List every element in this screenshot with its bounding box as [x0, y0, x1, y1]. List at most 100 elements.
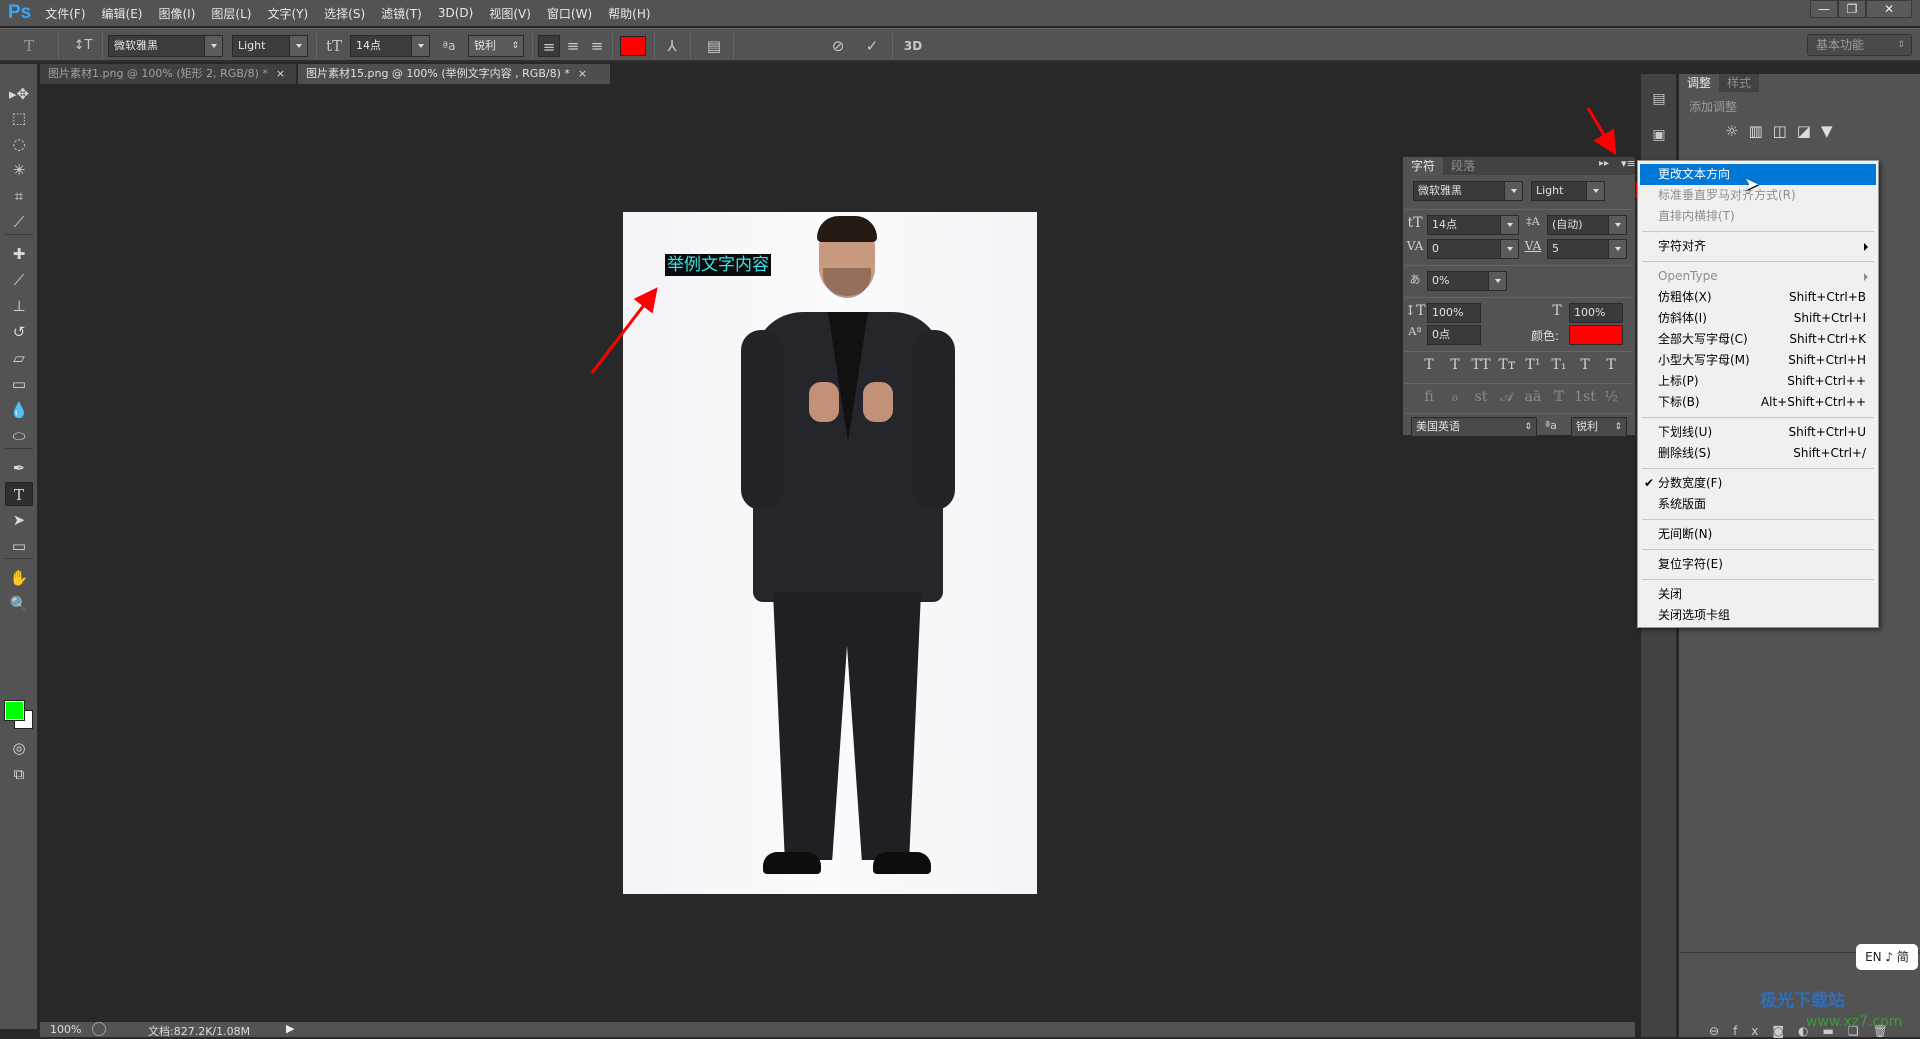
- menu-item[interactable]: 分数宽度(F) ✔: [1640, 473, 1876, 494]
- stamp-tool[interactable]: ⊥: [5, 294, 33, 318]
- history-panel-icon[interactable]: ▤: [1647, 88, 1671, 110]
- text-style-button-7[interactable]: T: [1599, 357, 1623, 373]
- char-kerning[interactable]: 0: [1427, 239, 1519, 259]
- opentype-button-3[interactable]: 𝒜: [1495, 389, 1519, 405]
- shape-tool[interactable]: ▭: [5, 534, 33, 558]
- 3d-panel-icon[interactable]: ▣: [1647, 124, 1671, 146]
- zoom-level[interactable]: 100%: [50, 1023, 81, 1036]
- text-orientation-icon[interactable]: ↕T: [70, 35, 96, 57]
- menu-item[interactable]: 下划线(U) Shift+Ctrl+U: [1640, 422, 1876, 443]
- warp-text-icon[interactable]: ⅄: [660, 35, 684, 57]
- move-tool[interactable]: ▸✥: [5, 82, 33, 106]
- char-antialias-dropdown[interactable]: 锐利 ⇕: [1571, 417, 1627, 437]
- menu-item[interactable]: 上标(P) Shift+Ctrl++: [1640, 371, 1876, 392]
- text-style-button-1[interactable]: T: [1443, 357, 1467, 373]
- tab-styles[interactable]: 样式: [1719, 74, 1760, 92]
- opentype-button-0[interactable]: ﬁ: [1417, 389, 1441, 405]
- close-button[interactable]: ✕: [1866, 0, 1912, 18]
- text-style-button-2[interactable]: TT: [1469, 357, 1493, 373]
- type-tool[interactable]: T: [5, 482, 33, 506]
- 3d-button[interactable]: 3D: [898, 35, 928, 57]
- menu-window[interactable]: 窗口(W): [547, 5, 592, 22]
- menu-item[interactable]: 字符对齐: [1640, 236, 1876, 257]
- menu-3d[interactable]: 3D(D): [438, 6, 473, 20]
- panel-menu-button[interactable]: ▾≡: [1621, 157, 1636, 170]
- menu-select[interactable]: 选择(S): [324, 5, 365, 22]
- commit-edits-icon[interactable]: ✓: [860, 35, 884, 57]
- workspace-dropdown[interactable]: 基本功能 ⇕: [1807, 34, 1912, 56]
- menu-item[interactable]: 复位字符(E): [1640, 554, 1876, 575]
- menu-item[interactable]: 系统版面: [1640, 494, 1876, 515]
- hand-tool[interactable]: ✋: [5, 566, 33, 590]
- status-menu-arrow-icon[interactable]: ▶: [286, 1022, 294, 1035]
- opentype-button-5[interactable]: 𝕋: [1547, 389, 1571, 405]
- char-font-family[interactable]: 微软雅黑: [1413, 181, 1523, 201]
- tab-adjustments[interactable]: 调整: [1679, 74, 1720, 92]
- tab-document-1[interactable]: 图片素材1.png @ 100% (矩形 2, RGB/8) * ×: [40, 64, 296, 84]
- healing-brush-tool[interactable]: ✚: [5, 242, 33, 266]
- magic-wand-tool[interactable]: ✳: [5, 158, 33, 182]
- menu-item[interactable]: 仿斜体(I) Shift+Ctrl+I: [1640, 308, 1876, 329]
- menu-item[interactable]: 直排内横排(T): [1640, 206, 1876, 227]
- text-style-button-6[interactable]: T: [1573, 357, 1597, 373]
- lasso-tool[interactable]: ◌: [5, 132, 33, 156]
- marquee-tool[interactable]: ⬚: [5, 106, 33, 130]
- zoom-tool[interactable]: 🔍: [5, 592, 33, 616]
- char-font-size[interactable]: 14点: [1427, 215, 1519, 235]
- font-size-dropdown[interactable]: 14点: [350, 35, 430, 57]
- language-dropdown[interactable]: 美国英语 ⇕: [1411, 417, 1537, 437]
- foreground-color-swatch[interactable]: [4, 700, 25, 721]
- menu-item[interactable]: 全部大写字母(C) Shift+Ctrl+K: [1640, 329, 1876, 350]
- menu-file[interactable]: 文件(F): [45, 5, 85, 22]
- char-baseline-shift[interactable]: 0点: [1427, 325, 1481, 345]
- menu-item[interactable]: 仿粗体(X) Shift+Ctrl+B: [1640, 287, 1876, 308]
- eyedropper-tool[interactable]: ⟋: [5, 210, 33, 234]
- opentype-button-1[interactable]: ℴ: [1443, 389, 1467, 405]
- font-style-dropdown[interactable]: Light: [232, 35, 308, 57]
- char-color-swatch[interactable]: [1569, 325, 1623, 345]
- dodge-tool[interactable]: ⬭: [5, 424, 33, 448]
- history-brush-tool[interactable]: ↺: [5, 320, 33, 344]
- tab-character[interactable]: 字符: [1403, 157, 1444, 175]
- eraser-tool[interactable]: ▱: [5, 346, 33, 370]
- blur-tool[interactable]: 💧: [5, 398, 33, 422]
- menu-item[interactable]: 无间断(N): [1640, 524, 1876, 545]
- menu-help[interactable]: 帮助(H): [608, 5, 650, 22]
- opentype-button-6[interactable]: 1st: [1573, 389, 1597, 405]
- status-info-icon[interactable]: [92, 1022, 106, 1036]
- menu-image[interactable]: 图像(I): [158, 5, 195, 22]
- text-style-button-3[interactable]: Tт: [1495, 357, 1519, 373]
- char-leading[interactable]: (自动): [1547, 215, 1627, 235]
- menu-filter[interactable]: 滤镜(T): [381, 5, 422, 22]
- font-family-dropdown[interactable]: 微软雅黑: [108, 35, 223, 57]
- text-layer-selection[interactable]: 举例文字内容: [665, 254, 771, 276]
- tab-paragraph[interactable]: 段落: [1443, 157, 1483, 175]
- char-tsume[interactable]: 0%: [1427, 271, 1507, 291]
- gradient-tool[interactable]: ▭: [5, 372, 33, 396]
- ime-indicator[interactable]: EN ♪ 简: [1856, 944, 1918, 970]
- menu-type[interactable]: 文字(Y): [267, 5, 308, 22]
- adjustment-icons-row[interactable]: ☼▥◫◪▼: [1725, 122, 1843, 140]
- menu-edit[interactable]: 编辑(E): [102, 5, 143, 22]
- cancel-edits-icon[interactable]: ⊘: [826, 35, 850, 57]
- restore-button[interactable]: ❐: [1838, 0, 1866, 18]
- crop-tool[interactable]: ⌗: [5, 184, 33, 208]
- pen-tool[interactable]: ✒: [5, 456, 33, 480]
- opentype-button-4[interactable]: aā: [1521, 389, 1545, 405]
- char-horizontal-scale[interactable]: 100%: [1569, 303, 1623, 323]
- text-style-button-0[interactable]: T: [1417, 357, 1441, 373]
- char-tracking[interactable]: 5: [1547, 239, 1627, 259]
- screen-mode-icon[interactable]: ⧉: [5, 762, 33, 786]
- menu-layer[interactable]: 图层(L): [211, 5, 251, 22]
- menu-item[interactable]: 小型大写字母(M) Shift+Ctrl+H: [1640, 350, 1876, 371]
- menu-view[interactable]: 视图(V): [489, 5, 531, 22]
- character-panels-icon[interactable]: ▤: [702, 35, 726, 57]
- align-center-button[interactable]: ≡: [562, 35, 584, 57]
- align-right-button[interactable]: ≡: [586, 35, 608, 57]
- opentype-button-7[interactable]: ½: [1599, 389, 1623, 405]
- menu-item[interactable]: 删除线(S) Shift+Ctrl+/: [1640, 443, 1876, 464]
- align-left-button[interactable]: ≡: [538, 35, 560, 57]
- quick-mask-icon[interactable]: ◎: [5, 736, 33, 760]
- opentype-button-2[interactable]: st: [1469, 389, 1493, 405]
- expand-panel-icon[interactable]: ▸▸: [1599, 158, 1609, 169]
